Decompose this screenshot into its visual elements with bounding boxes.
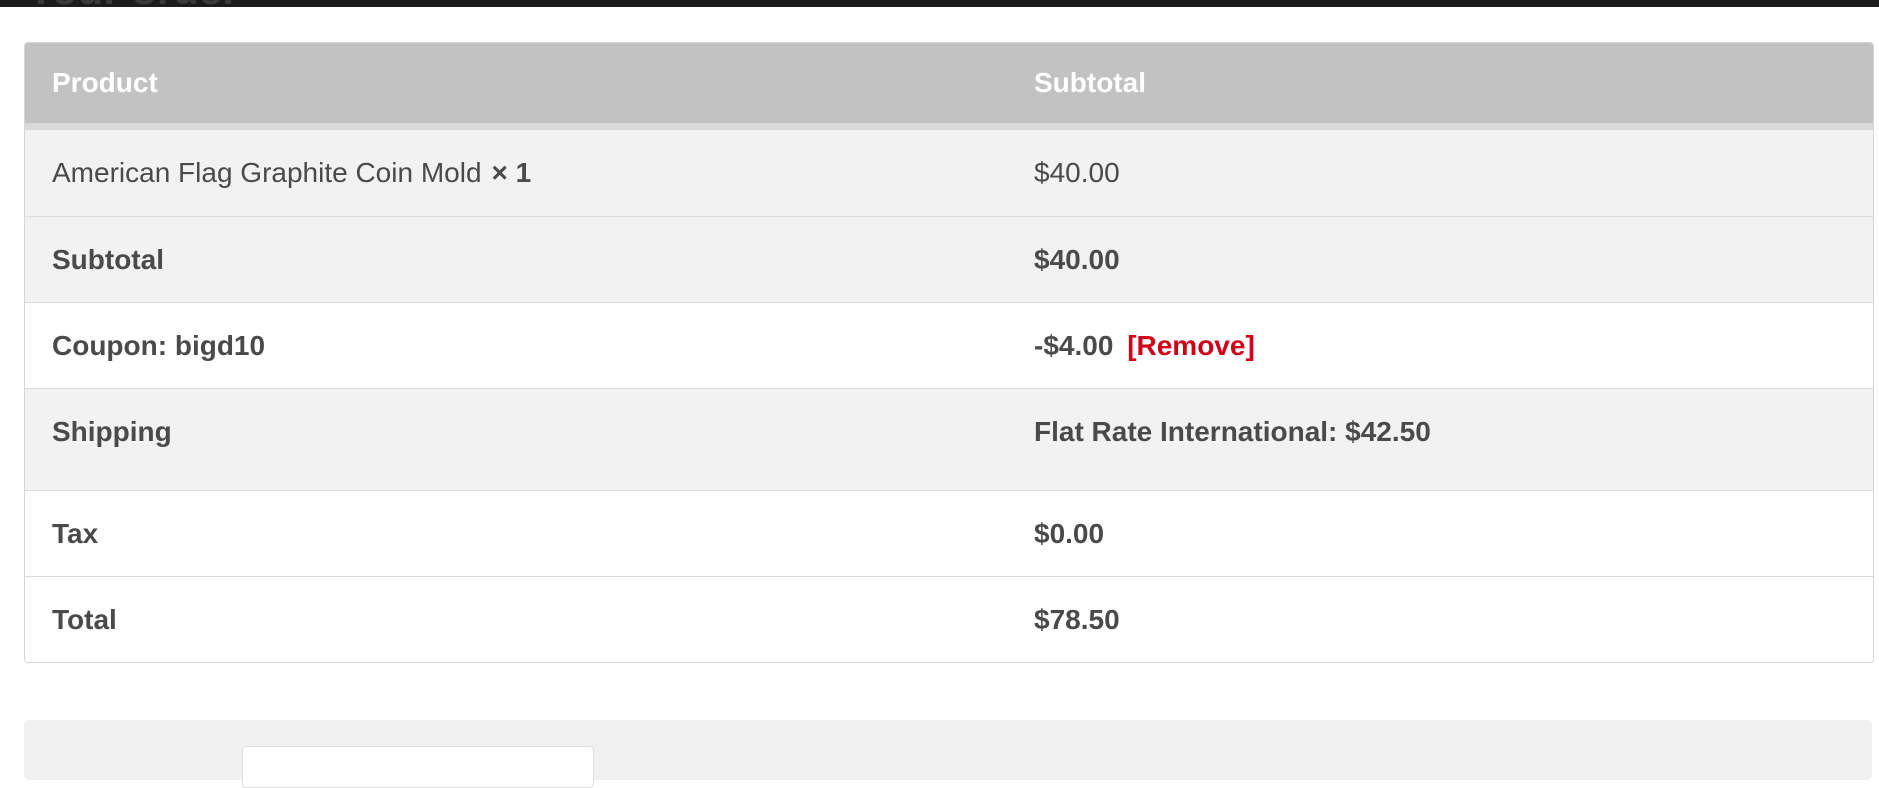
payment-panel — [24, 720, 1872, 788]
subtotal-value: $40.00 — [1034, 243, 1120, 275]
coupon-discount: -$4.00 — [1034, 329, 1114, 361]
top-bar — [0, 0, 1879, 7]
header-product: Product — [52, 67, 158, 98]
order-review-table: Product Subtotal American Flag Graphite … — [24, 42, 1874, 663]
tax-value: $0.00 — [1034, 517, 1105, 549]
shipping-method: Flat Rate International: $42.50 — [1034, 416, 1431, 447]
order-total-row: Total $78.50 — [25, 576, 1873, 662]
tax-label: Tax — [52, 517, 99, 549]
total-value: $78.50 — [1034, 603, 1120, 635]
subtotal-row: Subtotal $40.00 — [25, 216, 1873, 302]
header-subtotal: Subtotal — [1034, 67, 1146, 98]
cart-item-product: American Flag Graphite Coin Mold × 1 — [25, 157, 1034, 189]
payment-field[interactable] — [242, 746, 594, 788]
table-header-row: Product Subtotal — [25, 43, 1873, 129]
tax-row: Tax $0.00 — [25, 490, 1873, 576]
total-label: Total — [52, 603, 117, 635]
coupon-label: Coupon: bigd10 — [52, 329, 266, 361]
cart-item-row: American Flag Graphite Coin Mold × 1 $40.… — [25, 129, 1873, 216]
coupon-row: Coupon: bigd10 -$4.00 [Remove] — [25, 302, 1873, 388]
cart-item-price: $40.00 — [1034, 157, 1120, 188]
cart-item-name: American Flag Graphite Coin Mold — [52, 157, 482, 188]
subtotal-label: Subtotal — [52, 243, 164, 275]
page-title: Your order — [27, 0, 239, 10]
cart-item-quantity: × 1 — [491, 157, 532, 188]
shipping-label: Shipping — [52, 416, 172, 447]
coupon-value-cell: -$4.00 [Remove] — [1034, 330, 1873, 362]
remove-coupon-link[interactable]: [Remove] — [1127, 330, 1255, 361]
shipping-row: Shipping Flat Rate International: $42.50 — [25, 388, 1873, 490]
